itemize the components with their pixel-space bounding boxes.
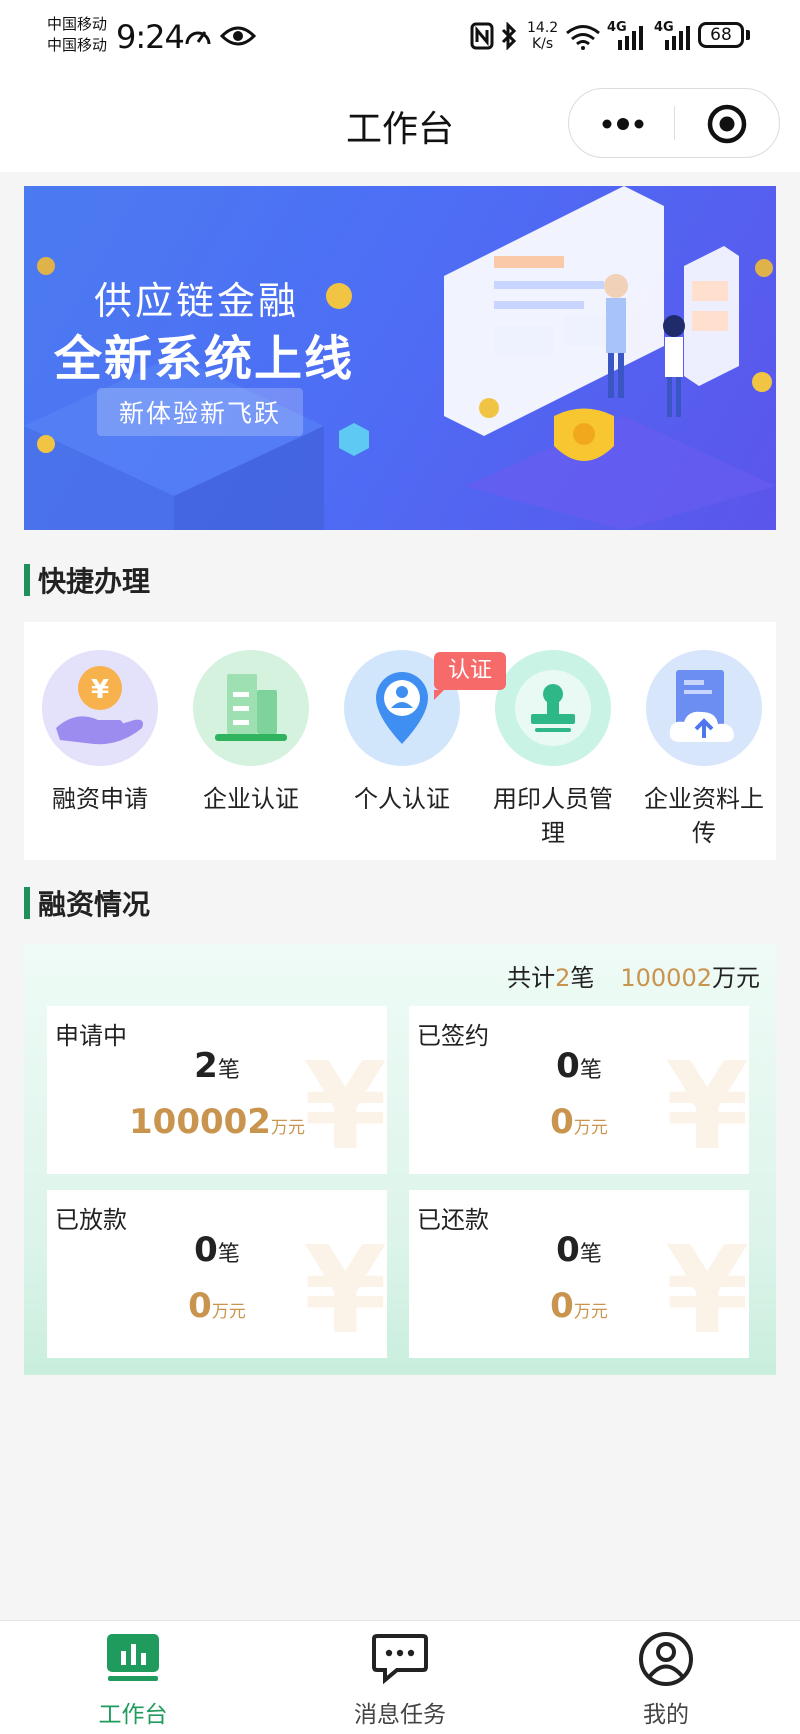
total-amount: 100002	[620, 964, 712, 992]
card-label-text: 已签约	[417, 1022, 489, 1050]
card-label: 已签约	[417, 1016, 489, 1052]
nfc-icon	[470, 22, 494, 50]
quick-item-label: 用印人员管理	[493, 785, 613, 847]
card-amount-unit: 万元	[270, 1118, 305, 1138]
card-count: 0笔	[47, 1230, 387, 1270]
quick-item-financing-apply[interactable]: ¥ 融资申请	[30, 650, 170, 816]
yen-hand-icon: ¥	[42, 650, 158, 766]
card-count: 0笔	[409, 1230, 749, 1270]
carrier-1: 中国移动	[47, 15, 108, 33]
card-amount: 100002万元	[47, 1102, 387, 1142]
promo-banner[interactable]: 供应链金融 全新系统上线 新体验新飞跃	[24, 186, 776, 530]
tab-label: 我的	[643, 1702, 689, 1728]
card-count: 2笔	[47, 1046, 387, 1086]
tab-workbench[interactable]: 工作台	[33, 1631, 233, 1729]
card-count: 0笔	[409, 1046, 749, 1086]
financing-title: 融资情况	[24, 883, 150, 923]
card-label: 申请中	[55, 1016, 127, 1052]
net-speed-value: 14.2	[527, 20, 559, 36]
card-amount-value: 0	[550, 1286, 574, 1326]
banner-tagline: 新体验新飞跃	[97, 388, 304, 436]
mini-program-capsule	[568, 88, 780, 158]
stamp-icon	[495, 650, 611, 766]
tab-profile[interactable]: 我的	[566, 1631, 766, 1729]
verify-badge: 认证	[434, 652, 506, 700]
svg-text:¥: ¥	[91, 675, 109, 705]
status-card-disbursed[interactable]: ¥ 已放款 0笔 0万元	[47, 1190, 387, 1358]
card-count-unit: 笔	[579, 1058, 602, 1083]
quick-item-label: 企业资料上传	[644, 785, 764, 847]
card-amount-unit: 万元	[211, 1302, 246, 1322]
card-count-unit: 笔	[579, 1242, 602, 1267]
status-time: 9:24	[116, 18, 185, 56]
wifi-icon	[566, 25, 600, 50]
card-count-value: 0	[556, 1046, 580, 1086]
banner-title: 供应链金融	[94, 279, 300, 323]
tab-label: 工作台	[98, 1702, 168, 1728]
tab-label: 消息任务	[354, 1702, 446, 1728]
card-amount-value: 0	[550, 1102, 574, 1142]
total-prefix: 共计	[507, 964, 556, 992]
financing-panel: 共计2笔 100002万元 ¥ 申请中 2笔 100002万元 ¥ 已签约 0笔 …	[24, 944, 776, 1375]
title-bar: 工作台	[0, 80, 800, 172]
signal-1-icon	[618, 26, 643, 50]
card-amount: 0万元	[409, 1286, 749, 1326]
more-options-icon[interactable]	[599, 109, 647, 139]
total-amount-unit: 万元	[712, 964, 760, 992]
close-target-icon[interactable]	[707, 104, 747, 144]
quick-item-company-verify[interactable]: 企业认证	[181, 650, 321, 816]
quick-item-label: 融资申请	[52, 785, 148, 813]
bluetooth-icon	[501, 22, 517, 50]
signal-2-icon	[665, 26, 690, 50]
status-card-signed[interactable]: ¥ 已签约 0笔 0万元	[409, 1006, 749, 1174]
card-amount-value: 100002	[129, 1102, 271, 1142]
card-amount-unit: 万元	[573, 1118, 608, 1138]
card-count-value: 0	[194, 1230, 218, 1270]
card-amount: 0万元	[47, 1286, 387, 1326]
bottom-tab-bar: 工作台 消息任务 我的	[0, 1620, 800, 1734]
quick-item-label: 个人认证	[354, 785, 450, 813]
card-label-text: 已放款	[55, 1206, 127, 1234]
carrier-2: 中国移动	[47, 36, 108, 54]
carrier-names: 中国移动 中国移动	[47, 14, 107, 56]
card-amount-unit: 万元	[573, 1302, 608, 1322]
battery-indicator: 68	[698, 22, 744, 48]
capsule-divider	[674, 106, 675, 140]
speed-gauge-icon	[185, 31, 211, 45]
card-amount-value: 0	[188, 1286, 212, 1326]
card-label-text: 申请中	[55, 1022, 127, 1050]
card-count-value: 0	[556, 1230, 580, 1270]
quick-actions-title: 快捷办理	[24, 560, 150, 600]
card-count-value: 2	[194, 1046, 218, 1086]
building-icon	[193, 650, 309, 766]
eye-icon	[220, 26, 256, 46]
total-count-unit: 笔	[570, 964, 595, 992]
status-card-repaid[interactable]: ¥ 已还款 0笔 0万元	[409, 1190, 749, 1358]
status-bar: 中国移动 中国移动 9:24 14.2 K/s 4G 4G 68	[0, 0, 800, 80]
total-count: 2	[555, 964, 571, 992]
card-label: 已放款	[55, 1200, 127, 1236]
tab-messages[interactable]: 消息任务	[300, 1631, 500, 1729]
card-label: 已还款	[417, 1200, 489, 1236]
quick-actions-panel: ¥ 融资申请 企业认证 个人认证 用印人员管理 企业资料上传 认证	[24, 622, 776, 860]
message-icon	[372, 1634, 428, 1685]
cloud-upload-icon	[646, 650, 762, 766]
net-speed-unit: K/s	[531, 36, 554, 52]
banner-headline: 全新系统上线	[54, 331, 355, 387]
workbench-icon	[107, 1634, 159, 1681]
battery-tip	[746, 30, 750, 40]
quick-item-label: 企业认证	[203, 785, 299, 813]
status-card-applying[interactable]: ¥ 申请中 2笔 100002万元	[47, 1006, 387, 1174]
card-count-unit: 笔	[217, 1242, 240, 1267]
network-speed: 14.2 K/s	[527, 20, 558, 52]
card-label-text: 已还款	[417, 1206, 489, 1234]
card-count-unit: 笔	[217, 1058, 240, 1083]
card-amount: 0万元	[409, 1102, 749, 1142]
financing-total: 共计2笔 100002万元	[507, 958, 760, 993]
profile-icon	[639, 1632, 693, 1686]
quick-item-company-upload[interactable]: 企业资料上传	[634, 650, 774, 850]
